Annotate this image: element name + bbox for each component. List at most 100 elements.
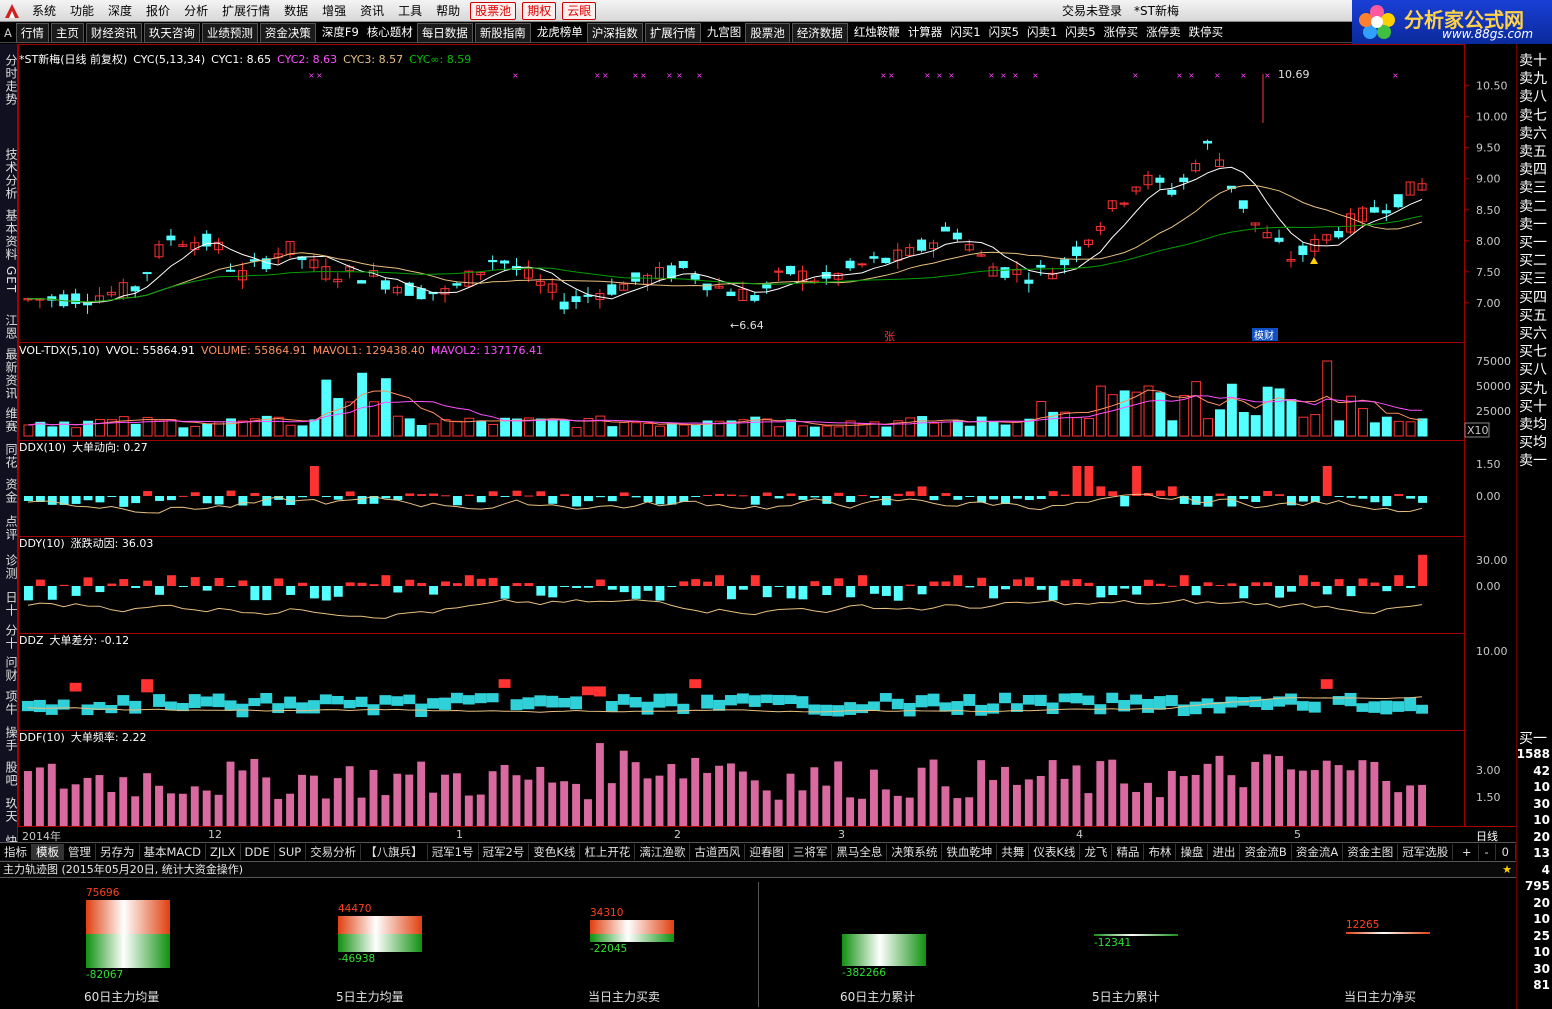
- toolbar-item-9[interactable]: 新股指南: [474, 22, 531, 43]
- indicator-tab-2[interactable]: 管理: [64, 843, 96, 860]
- menu-item-4[interactable]: 分析: [177, 0, 215, 22]
- menu-item-7[interactable]: 增强: [315, 0, 353, 22]
- indicator-tab-4[interactable]: 基本MACD: [140, 843, 206, 860]
- menu-red-1[interactable]: 期权: [522, 1, 557, 20]
- tab-ctrl-0[interactable]: +: [1456, 843, 1479, 860]
- left-tab-1[interactable]: 技术分析: [1, 144, 18, 204]
- left-tab-4[interactable]: 江恩: [1, 314, 18, 340]
- menu-item-9[interactable]: 工具: [391, 0, 429, 22]
- indicator-tab-14[interactable]: 漓江渔歌: [635, 843, 691, 860]
- ddx-bar: [214, 496, 224, 505]
- indicator-tab-7[interactable]: SUP: [275, 843, 307, 860]
- indicator-tab-1[interactable]: 模板: [32, 843, 64, 860]
- indicator-tab-15[interactable]: 古道西风: [690, 843, 746, 860]
- ddf-bar: [1406, 785, 1415, 826]
- indicator-tab-25[interactable]: 布林: [1144, 843, 1177, 860]
- indicator-tab-9[interactable]: 【八旗兵】: [361, 843, 428, 860]
- indicator-tab-20[interactable]: 铁血乾坤: [942, 843, 998, 860]
- left-tab-15[interactable]: 操手: [1, 726, 18, 752]
- tab-ctrl-2[interactable]: 0: [1496, 843, 1516, 860]
- toolbar-item-15[interactable]: 经济数据: [791, 22, 848, 43]
- left-tab-13[interactable]: 问财: [1, 656, 18, 682]
- indicator-tab-22[interactable]: 仪表K线: [1029, 843, 1081, 860]
- indicator-tab-8[interactable]: 交易分析: [306, 843, 362, 860]
- indicator-tab-3[interactable]: 另存为: [96, 843, 140, 860]
- toolbar-item-12[interactable]: 扩展行情: [644, 22, 701, 43]
- left-tab-0[interactable]: 分时走势: [1, 52, 18, 108]
- indicator-tab-26[interactable]: 操盘: [1176, 843, 1209, 860]
- indicator-tab-6[interactable]: DDE: [241, 843, 275, 860]
- toolbar-item-20[interactable]: 闪卖1: [1023, 23, 1061, 43]
- indicator-tab-0[interactable]: 指标: [0, 843, 32, 860]
- indicator-tab-24[interactable]: 精品: [1112, 843, 1145, 860]
- toolbar-item-11[interactable]: 沪深指数: [586, 22, 643, 43]
- indicator-tab-12[interactable]: 变色K线: [529, 843, 581, 860]
- left-tab-16[interactable]: 股吧: [1, 760, 18, 788]
- indicator-tab-19[interactable]: 决策系统: [887, 843, 943, 860]
- indicator-tab-27[interactable]: 进出: [1208, 843, 1241, 860]
- indicator-tab-5[interactable]: ZJLX: [206, 843, 241, 860]
- left-tab-9[interactable]: 点评: [1, 514, 18, 542]
- tab-ctrl-1[interactable]: -: [1479, 843, 1496, 860]
- menu-item-8[interactable]: 资讯: [353, 0, 391, 22]
- toolbar-item-22[interactable]: 涨停买: [1100, 23, 1143, 43]
- toolbar-item-2[interactable]: 财经资讯: [85, 22, 142, 43]
- left-tab-17[interactable]: 玖天: [1, 796, 18, 824]
- menu-item-5[interactable]: 扩展行情: [215, 0, 277, 22]
- menu-red-2[interactable]: 云眼: [562, 1, 597, 20]
- menu-item-1[interactable]: 功能: [63, 0, 101, 22]
- left-tab-12[interactable]: 分十: [1, 624, 18, 650]
- indicator-tab-29[interactable]: 资金流A: [1292, 843, 1344, 860]
- indicator-tab-17[interactable]: 三将军: [789, 843, 833, 860]
- indicator-tab-16[interactable]: 迎春图: [745, 843, 789, 860]
- indicator-tab-23[interactable]: 龙飞: [1080, 843, 1113, 860]
- toolbar-item-1[interactable]: 主页: [50, 22, 84, 43]
- left-tab-3[interactable]: GET: [1, 266, 18, 294]
- chart-area[interactable]: 10.69 ←6.64 × × × × × × × × × × × × × × × × × × × × × × × × × × 张模财 1…: [18, 44, 1511, 844]
- toolbar-item-17[interactable]: 计算器: [904, 23, 947, 43]
- indicator-tab-11[interactable]: 冠军2号: [479, 843, 530, 860]
- toolbar-item-3[interactable]: 玖天咨询: [143, 22, 200, 43]
- left-tab-8[interactable]: 资金: [1, 476, 18, 506]
- menu-item-2[interactable]: 深度: [101, 0, 139, 22]
- trade-status[interactable]: 交易未登录: [1062, 0, 1122, 22]
- toolbar-item-7[interactable]: 核心题材: [363, 23, 417, 43]
- indicator-tab-13[interactable]: 杠上开花: [580, 843, 636, 860]
- indicator-tab-21[interactable]: 共舞: [997, 843, 1030, 860]
- toolbar-item-6[interactable]: 深度F9: [318, 23, 363, 43]
- left-tab-6[interactable]: 维赛: [1, 406, 18, 434]
- indicator-tab-31[interactable]: 冠军选股: [1398, 843, 1454, 860]
- indicator-tab-28[interactable]: 资金流B: [1240, 843, 1292, 860]
- indicator-tab-10[interactable]: 冠军1号: [428, 843, 479, 860]
- ddf-bar: [166, 793, 175, 826]
- menu-item-3[interactable]: 报价: [139, 0, 177, 22]
- toolbar-item-10[interactable]: 龙虎榜单: [533, 23, 587, 43]
- menu-item-0[interactable]: 系统: [25, 0, 63, 22]
- left-tab-14[interactable]: 项牛: [1, 690, 18, 716]
- toolbar-item-24[interactable]: 跌停买: [1185, 23, 1228, 43]
- toolbar-item-23[interactable]: 涨停卖: [1142, 23, 1185, 43]
- brand-banner[interactable]: 分析家公式网 www.88gs.com: [1352, 0, 1552, 44]
- toolbar-item-18[interactable]: 闪买1: [946, 23, 984, 43]
- toolbar-item-14[interactable]: 股票池: [745, 22, 790, 43]
- toolbar-item-8[interactable]: 每日数据: [416, 22, 473, 43]
- left-tab-2[interactable]: 基本资料: [1, 206, 18, 264]
- toolbar-item-0[interactable]: 行情: [15, 22, 49, 43]
- left-tab-5[interactable]: 最新资讯: [1, 344, 18, 404]
- star-icon[interactable]: ★: [1502, 862, 1512, 878]
- indicator-tab-18[interactable]: 黑马全息: [832, 843, 888, 860]
- menu-red-0[interactable]: 股票池: [470, 1, 517, 20]
- toolbar-item-16[interactable]: 红烛鞍鞭: [850, 23, 904, 43]
- toolbar-item-19[interactable]: 闪买5: [985, 23, 1023, 43]
- left-tab-11[interactable]: 日十: [1, 590, 18, 618]
- indicator-tab-30[interactable]: 资金主图: [1343, 843, 1399, 860]
- volume-bar: [1143, 385, 1154, 437]
- toolbar-item-5[interactable]: 资金决策: [259, 22, 316, 43]
- left-tab-7[interactable]: 同花: [1, 442, 18, 470]
- menu-item-10[interactable]: 帮助: [429, 0, 467, 22]
- menu-item-6[interactable]: 数据: [277, 0, 315, 22]
- toolbar-item-21[interactable]: 闪卖5: [1061, 23, 1099, 43]
- toolbar-item-4[interactable]: 业绩预测: [201, 22, 258, 43]
- left-tab-10[interactable]: 诊测: [1, 552, 18, 582]
- toolbar-item-13[interactable]: 九宫图: [703, 23, 746, 43]
